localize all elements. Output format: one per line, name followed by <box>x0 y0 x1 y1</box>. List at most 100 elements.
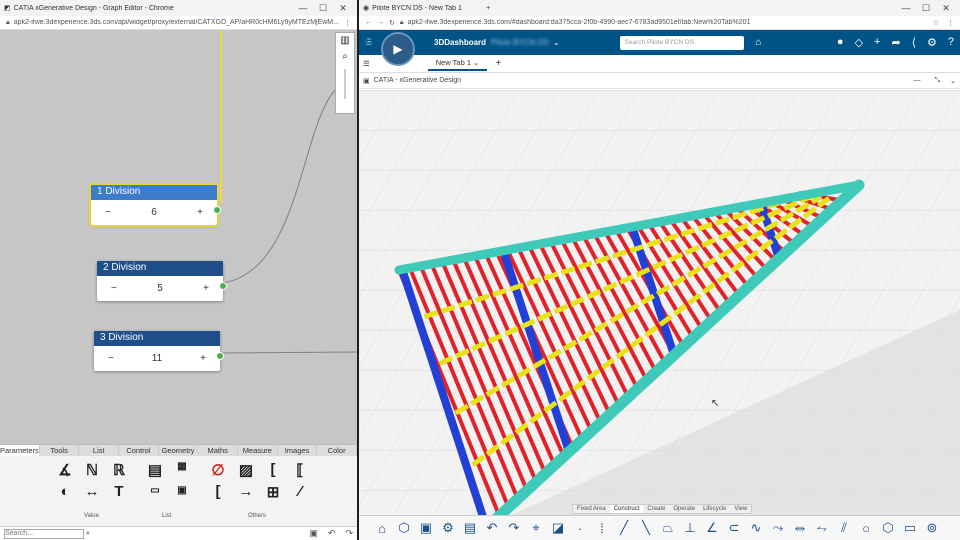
decrement-button[interactable]: − <box>105 207 111 218</box>
minimize-icon[interactable]: — <box>896 3 916 13</box>
increment-button[interactable]: + <box>197 207 203 218</box>
N-icon[interactable]: ℕ <box>82 461 102 479</box>
point-icon[interactable]: · <box>571 521 589 536</box>
search-input[interactable] <box>4 528 84 539</box>
book-icon[interactable]: ⊞ <box>263 483 283 501</box>
increment-button[interactable]: + <box>203 283 209 294</box>
increment-button[interactable]: + <box>200 353 206 364</box>
table-icon[interactable]: ▤ <box>145 461 165 479</box>
collapse-icon[interactable]: ⤡ <box>935 77 941 85</box>
bracket-one-icon[interactable]: [ <box>208 483 228 500</box>
home-icon[interactable]: ⌂ <box>373 521 391 536</box>
image-toggle-icon[interactable]: ▣ <box>309 528 318 539</box>
tab-color[interactable]: Color <box>317 445 357 456</box>
reload-icon[interactable]: ↻ <box>389 19 395 27</box>
decrement-button[interactable]: − <box>108 353 114 364</box>
tab-view[interactable]: View <box>730 505 751 513</box>
apps-icon[interactable]: ⚙ <box>927 36 937 49</box>
undo-icon[interactable]: ↶ <box>483 520 501 536</box>
tree-icon[interactable]: ⌖ <box>527 520 545 536</box>
tab-control[interactable]: Control <box>119 445 159 456</box>
close-icon[interactable]: ✕ <box>936 3 956 14</box>
tab-new-tab-1[interactable]: New Tab 1 ⌄ <box>427 56 488 71</box>
browser-tab-title[interactable]: Pilote BYCN DS - New Tab 1 <box>372 5 482 12</box>
dashboard-name[interactable]: Pilote BYCN DS <box>491 38 549 47</box>
tab-tools[interactable]: Tools <box>40 445 80 456</box>
zoom-slider[interactable] <box>344 69 346 99</box>
close-icon[interactable]: ✕ <box>333 3 353 14</box>
ellipse-icon[interactable]: ⊚ <box>923 520 941 536</box>
undo-icon[interactable]: ↶ <box>328 528 336 539</box>
widget-menu-icon[interactable]: ⌄ <box>950 77 956 85</box>
menu-dots-icon[interactable]: ⋮ <box>947 19 954 27</box>
settings-icon[interactable]: ⚙ <box>439 520 457 536</box>
tab-list[interactable]: List <box>79 445 120 456</box>
tab-images[interactable]: Images <box>278 445 318 456</box>
compass-icon[interactable]: ▶ <box>381 32 415 66</box>
line-icon[interactable]: ╱ <box>615 520 633 536</box>
node-2-division[interactable]: 2 Division − 5 + <box>97 261 227 301</box>
tag-icon[interactable]: ⌂ <box>756 37 762 48</box>
diagonal-icon[interactable]: ╲ <box>637 520 655 536</box>
tab-construct[interactable]: Construct <box>609 505 644 513</box>
node-value[interactable]: 5 <box>157 283 163 294</box>
save-icon[interactable]: ▣ <box>417 520 435 536</box>
minimize-widget-icon[interactable]: — <box>914 77 921 84</box>
image-icon[interactable]: ▨ <box>236 461 256 479</box>
tab-operate[interactable]: Operate <box>669 505 699 513</box>
zoom-icon[interactable]: ⌕ <box>342 51 348 67</box>
tab-maths[interactable]: Maths <box>198 445 239 456</box>
plane-icon[interactable]: ⏢ <box>659 520 677 536</box>
add-icon[interactable]: + <box>874 36 880 49</box>
graph-canvas[interactable]: 1 Division − 6 + 2 Division − 5 + 3 Division… <box>0 30 357 444</box>
brackets-icon[interactable]: ⟦ <box>290 461 310 479</box>
map-icon[interactable]: ▥ <box>340 35 349 51</box>
node-value[interactable]: 11 <box>152 353 162 364</box>
empty-set-icon[interactable]: ∅ <box>208 461 228 479</box>
bracket-icon[interactable]: [ <box>263 461 283 478</box>
spline-icon[interactable]: ∿ <box>747 520 765 536</box>
blend-icon[interactable]: ⥊ <box>813 520 831 536</box>
dashboard-label[interactable]: 3DDashboard <box>434 38 486 47</box>
circle-icon[interactable]: ○ <box>857 521 875 536</box>
tab-parameters[interactable]: Parameters <box>0 445 40 456</box>
sketch-icon[interactable]: ◪ <box>549 520 567 536</box>
arrow-to-point-icon[interactable]: → <box>236 483 256 500</box>
left-address-bar[interactable]: 🔒︎ apk2-ifwe.3dexperience.3ds.com/api/wi… <box>0 16 357 30</box>
tab-create[interactable]: Create <box>643 505 669 513</box>
star-icon[interactable]: ☆ <box>933 19 939 27</box>
forward-icon[interactable]: → <box>377 19 384 26</box>
list-icon[interactable]: ▭ <box>145 485 165 496</box>
angle-icon[interactable]: ∡ <box>55 461 75 479</box>
sweep-icon[interactable]: ⤳ <box>769 520 787 536</box>
tab-fixed-area[interactable]: Fixed Area <box>573 505 610 513</box>
search-icon[interactable]: ⌕ <box>86 530 90 538</box>
redo-icon[interactable]: ↷ <box>345 528 353 539</box>
axis-icon[interactable]: ⊥ <box>681 520 699 536</box>
rectangle-icon[interactable]: ▭ <box>901 520 919 536</box>
half-circle-icon[interactable]: ◐ <box>55 483 75 500</box>
grid-points-icon[interactable]: ⁞ <box>593 521 611 536</box>
cube-icon[interactable]: ⬡ <box>395 520 413 536</box>
share-icon[interactable]: ◇ <box>855 36 863 49</box>
right-address-bar[interactable]: ← → ↻ 🔒︎ apk2-ifwe.3dexperience.3ds.com/… <box>359 16 960 30</box>
forward-share-icon[interactable]: ➦ <box>891 36 900 49</box>
hexagon-icon[interactable]: ⬡ <box>879 520 897 536</box>
range-list-icon[interactable]: ▣ <box>172 485 192 496</box>
back-icon[interactable]: ← <box>365 19 372 26</box>
polyline-icon[interactable]: ∠ <box>703 520 721 536</box>
text-T-icon[interactable]: T <box>109 483 129 500</box>
node-3-division[interactable]: 3 Division − 11 + <box>94 331 224 371</box>
right-url[interactable]: apk2-ifwe.3dexperience.3ds.com/#dashboar… <box>408 19 929 26</box>
3d-viewport[interactable]: ↖ <box>359 90 960 540</box>
node-1-division[interactable]: 1 Division − 6 + <box>91 185 221 225</box>
add-tab-icon[interactable]: + <box>495 58 501 69</box>
maximize-icon[interactable]: ☐ <box>313 3 333 14</box>
dashboard-search-input[interactable]: Search Pilote BYCN DS <box>619 35 744 50</box>
R-icon[interactable]: ℝ <box>109 461 129 479</box>
tab-measure[interactable]: Measure <box>238 445 278 456</box>
help-icon[interactable]: ? <box>948 36 954 49</box>
new-tab-icon[interactable]: + <box>486 5 896 12</box>
menu-dots-icon[interactable]: ⋮ <box>344 19 351 27</box>
maximize-icon[interactable]: ☐ <box>916 3 936 14</box>
